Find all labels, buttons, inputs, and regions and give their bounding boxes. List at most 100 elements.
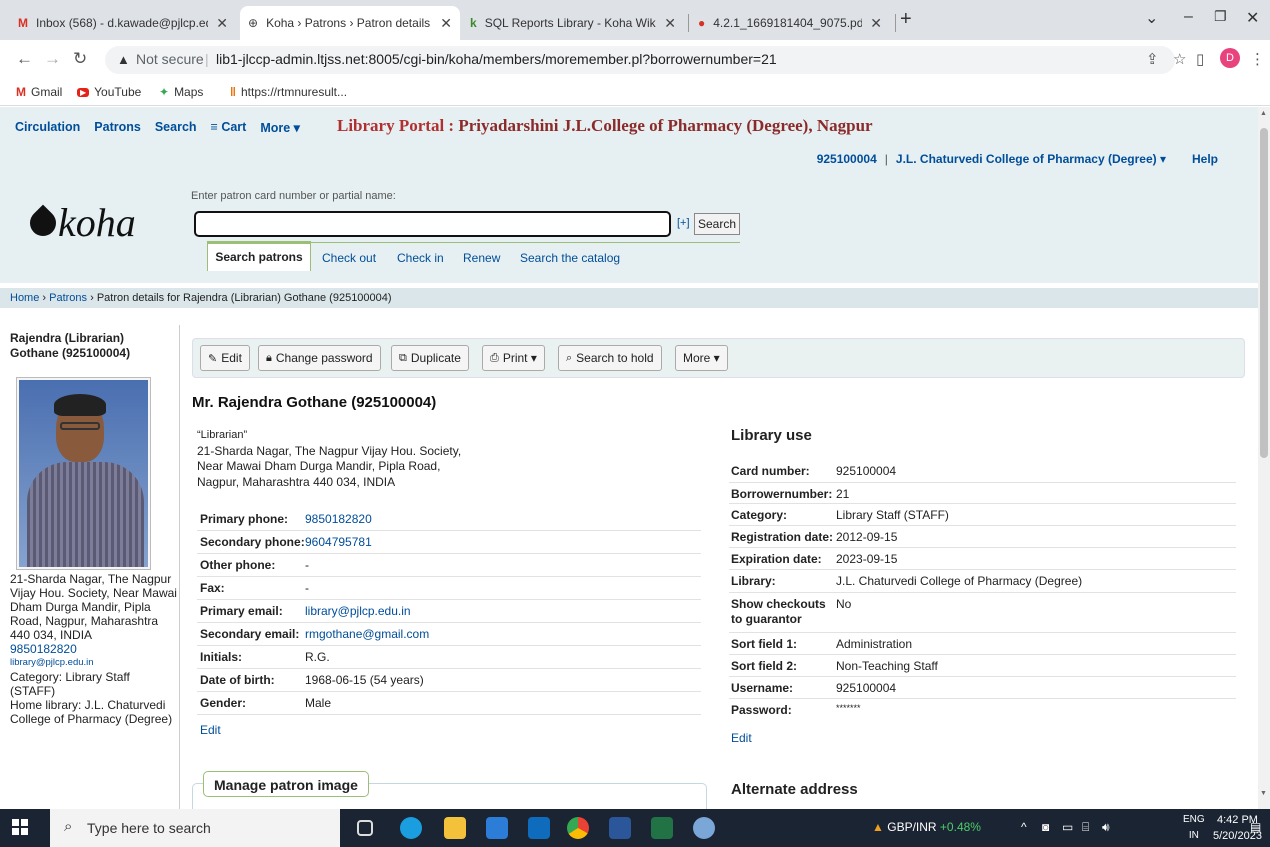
reload-icon[interactable]: ↻: [73, 49, 87, 69]
maximize-icon[interactable]: ❐: [1214, 8, 1227, 25]
sidebar-phone[interactable]: 9850182820: [10, 642, 178, 656]
warning-icon[interactable]: ▲: [117, 52, 130, 67]
breadcrumb-patrons[interactable]: Patrons: [49, 292, 87, 304]
mail-icon[interactable]: [528, 817, 550, 839]
share-icon[interactable]: ⇪: [1146, 50, 1159, 68]
row-label: Secondary email:: [200, 627, 300, 641]
forward-icon[interactable]: →: [44, 49, 61, 69]
row-value: Male: [305, 696, 332, 710]
scroll-up-arrow-icon[interactable]: ▲: [1260, 110, 1267, 117]
patron-photo[interactable]: [16, 377, 151, 570]
minimize-icon[interactable]: –: [1184, 8, 1193, 26]
word-icon[interactable]: [609, 817, 631, 839]
tab-search-patrons[interactable]: Search patrons: [207, 241, 311, 271]
battery-icon[interactable]: ▭: [1062, 820, 1073, 834]
nav-more[interactable]: More ▾: [260, 120, 300, 135]
new-tab-icon[interactable]: +: [900, 8, 912, 31]
task-view-icon[interactable]: [357, 820, 373, 836]
contact-row: Primary email: library@pjlcp.edu.in: [197, 600, 701, 623]
koha-wiki-icon: k: [470, 16, 477, 30]
store-icon[interactable]: [486, 817, 508, 839]
row-value: *******: [836, 703, 861, 713]
change-password-button[interactable]: 🔒︎ Change password: [258, 345, 381, 371]
window-close-icon[interactable]: ✕: [1246, 8, 1259, 28]
close-icon[interactable]: ✕: [664, 15, 676, 32]
breadcrumb-home[interactable]: Home: [10, 292, 39, 304]
tab-pdf[interactable]: ● 4.2.1_1669181404_9075.pdf ✕: [690, 6, 890, 40]
excel-icon[interactable]: [651, 817, 673, 839]
bookmark-star-icon[interactable]: ☆: [1173, 50, 1186, 68]
windows-start-icon[interactable]: [12, 819, 28, 835]
nav-patrons[interactable]: Patrons: [94, 120, 141, 135]
currency-widget[interactable]: ▲ GBP/INR +0.48%: [872, 820, 981, 834]
edit-library-use-link[interactable]: Edit: [731, 731, 752, 745]
tray-chevron-icon[interactable]: ^: [1021, 820, 1027, 834]
scroll-down-arrow-icon[interactable]: ▼: [1260, 790, 1267, 797]
patron-search-input[interactable]: [194, 211, 671, 237]
meet-now-icon[interactable]: ◙: [1042, 820, 1049, 834]
paint-icon[interactable]: [693, 817, 715, 839]
tab-gmail[interactable]: M Inbox (568) - d.kawade@pjlcp.ed ✕: [10, 6, 236, 40]
bookmark-rtmnu[interactable]: ‖ https://rtmnuresult...: [230, 85, 347, 99]
close-icon[interactable]: ✕: [216, 15, 228, 32]
koha-logo[interactable]: koha: [24, 199, 136, 246]
tab-koha-patron[interactable]: ⊕ Koha › Patrons › Patron details fo ✕: [240, 6, 460, 40]
tab-sql-reports[interactable]: k SQL Reports Library - Koha Wiki ✕: [462, 6, 684, 40]
print-button[interactable]: ⎙ Print ▾: [482, 345, 545, 371]
nav-search[interactable]: Search: [155, 120, 197, 135]
bookmark-youtube[interactable]: ▶ YouTube: [77, 85, 141, 99]
chrome-icon[interactable]: [567, 817, 589, 839]
user-branch-menu[interactable]: J.L. Chaturvedi College of Pharmacy (Deg…: [896, 152, 1166, 166]
secondary-phone-link[interactable]: 9604795781: [305, 535, 372, 549]
url-text[interactable]: lib1-jlccp-admin.ltjss.net:8005/cgi-bin/…: [216, 51, 777, 67]
search-to-hold-button[interactable]: ⌕ Search to hold: [558, 345, 662, 371]
row-label: Card number:: [731, 464, 810, 478]
edge-icon[interactable]: [400, 817, 422, 839]
help-link[interactable]: Help: [1192, 152, 1218, 166]
primary-email-link[interactable]: library@pjlcp.edu.in: [305, 604, 411, 618]
volume-icon[interactable]: 🔊︎: [1102, 820, 1110, 835]
language-indicator[interactable]: ENG IN: [1183, 812, 1205, 844]
profile-avatar[interactable]: D: [1220, 48, 1240, 68]
contact-row: Other phone: -: [197, 554, 701, 577]
duplicate-button[interactable]: ⧉ Duplicate: [391, 345, 469, 371]
tab-title: SQL Reports Library - Koha Wiki: [484, 16, 657, 30]
scrollbar-thumb[interactable]: [1260, 128, 1268, 458]
notification-icon[interactable]: ▤: [1250, 820, 1261, 834]
sidebar-email[interactable]: library@pjlcp.edu.in: [10, 656, 178, 670]
close-icon[interactable]: ✕: [870, 15, 882, 32]
file-explorer-icon[interactable]: [444, 817, 466, 839]
row-label: Date of birth:: [200, 673, 275, 687]
close-icon[interactable]: ✕: [440, 15, 452, 32]
tab-search-icon[interactable]: ⌄: [1145, 8, 1158, 28]
library-use-row: Borrowernumber: 21: [729, 483, 1236, 504]
more-button[interactable]: More ▾: [675, 345, 728, 371]
back-icon[interactable]: ←: [16, 49, 33, 69]
nav-cart[interactable]: ≡ Cart: [211, 120, 247, 135]
search-button[interactable]: Search: [694, 213, 740, 235]
tab-check-in[interactable]: Check in: [397, 251, 444, 265]
side-panel-icon[interactable]: ▯: [1196, 50, 1204, 68]
row-value: -: [305, 558, 309, 572]
edit-button[interactable]: ✎ Edit: [200, 345, 250, 371]
primary-phone-link[interactable]: 9850182820: [305, 512, 372, 526]
edit-contact-link[interactable]: Edit: [200, 723, 221, 737]
tab-check-out[interactable]: Check out: [322, 251, 376, 265]
user-card-number[interactable]: 925100004: [817, 152, 877, 166]
tab-renew[interactable]: Renew: [463, 251, 500, 265]
menu-dots-icon[interactable]: ⋮: [1250, 50, 1265, 68]
print-icon: ⎙: [490, 351, 499, 364]
search-to-hold-label: Search to hold: [576, 351, 654, 365]
not-secure-label[interactable]: Not secure: [136, 51, 204, 67]
library-use-row: Password: *******: [729, 699, 1236, 721]
bookmark-maps[interactable]: ✦ Maps: [159, 85, 203, 99]
taskbar-search-placeholder[interactable]: Type here to search: [87, 820, 211, 836]
advanced-search-toggle[interactable]: [+]: [677, 217, 690, 229]
row-label: Borrowernumber:: [731, 487, 833, 501]
bookmark-gmail[interactable]: M Gmail: [16, 85, 62, 99]
nav-circulation[interactable]: Circulation: [15, 120, 80, 135]
tab-search-catalog[interactable]: Search the catalog: [520, 251, 620, 265]
secondary-email-link[interactable]: rmgothane@gmail.com: [305, 627, 429, 641]
bookmark-label: Maps: [174, 85, 204, 99]
network-icon[interactable]: ⌸: [1082, 820, 1089, 835]
